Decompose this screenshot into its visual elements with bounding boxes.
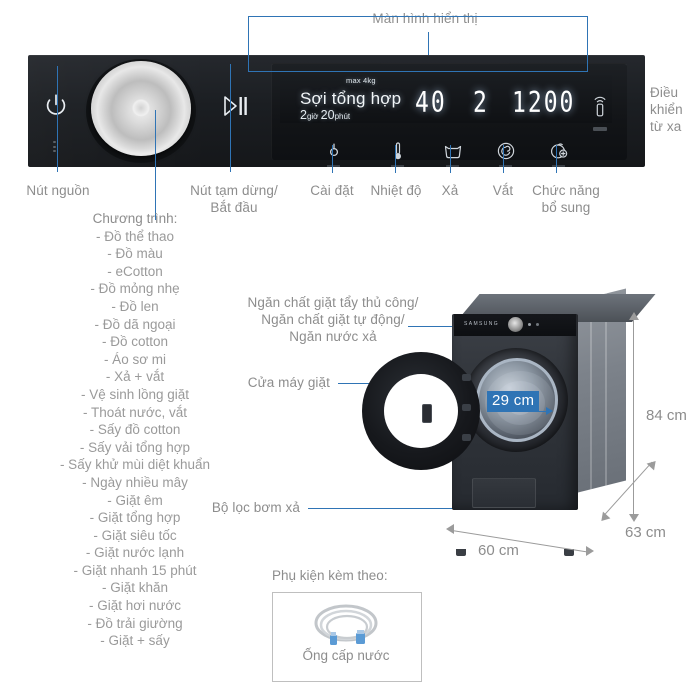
leader-line-spin <box>503 145 505 173</box>
spin-spiral-icon[interactable] <box>496 141 516 161</box>
leader-line-power <box>57 66 59 172</box>
lcd-program-name: Sợi tổng hợp <box>300 89 402 108</box>
program-list-item: - Vệ sinh lồng giặt <box>80 386 190 402</box>
drum-opening-badge: 29 cm <box>487 391 540 411</box>
power-icon[interactable] <box>44 93 68 117</box>
machine-brand: SAMSUNG <box>464 321 500 327</box>
program-list-item: - Giặt hơi nước <box>88 598 181 614</box>
program-list-heading: Chương trình: <box>92 211 178 226</box>
door-latch <box>422 404 432 423</box>
leader-line-extra <box>556 145 558 173</box>
program-list-item: - Giặt siêu tốc <box>93 527 177 543</box>
accessories-heading: Phụ kiện kèm theo: <box>272 568 388 583</box>
program-list-item: - Đồ cotton <box>101 334 169 350</box>
temperature-underline <box>391 165 404 167</box>
width-arrow-right <box>586 546 594 556</box>
program-list-item: - Thoát nước, vắt <box>83 404 187 420</box>
label-power-button: Nút nguồn <box>26 183 90 198</box>
machine-indicator-1 <box>528 323 531 326</box>
label-spin: Vắt <box>492 183 514 198</box>
label-door: Cửa máy giặt <box>247 375 330 390</box>
depth-dim-label: 63 cm <box>625 524 666 541</box>
label-pump-filter: Bộ lọc bơm xả <box>211 500 300 515</box>
spin-underline <box>499 165 512 167</box>
lcd-spin-value: 1200 <box>512 87 576 120</box>
remote-indicator-bar <box>593 127 607 131</box>
height-arrow-bottom <box>629 514 639 522</box>
program-list-item: - Xả + vắt <box>105 369 165 385</box>
leader-line-program <box>155 110 157 220</box>
program-list-item: - Đồ màu <box>107 246 163 262</box>
program-list-item: - Sấy khử mùi diệt khuẩn <box>59 457 211 473</box>
program-list-item: - Áo sơ mi <box>103 351 167 367</box>
program-list-item: - Giặt khăn <box>101 580 169 596</box>
display-highlight-box <box>248 16 588 72</box>
lcd-rinse-value: 2 <box>473 87 489 120</box>
label-rinse: Xả <box>441 183 459 198</box>
extra-function-underline <box>552 165 565 167</box>
lcd-temperature-value: 40 <box>415 87 447 120</box>
program-list-item: - Đồ dã ngoại <box>94 316 176 332</box>
program-list-item: - Sấy đồ cotton <box>89 422 181 438</box>
remote-wifi-icon[interactable] <box>591 93 609 119</box>
lcd-display[interactable]: max 4kg Sợi tổng hợp 2giờ 20phút 40 2 12… <box>280 75 612 123</box>
width-arrow-left <box>446 524 454 534</box>
machine-pump-filter-flap <box>472 478 536 508</box>
height-arrow-top <box>629 312 639 320</box>
program-list-item: - Đồ len <box>111 298 159 314</box>
door-hinge-bottom <box>462 434 471 441</box>
annotation-remote-control: Điều khiển từ xa <box>650 85 683 134</box>
extra-function-icon[interactable] <box>549 141 569 161</box>
program-list: Chương trình: - Đồ thể thao - Đồ màu - eCo… <box>40 210 230 650</box>
leader-line-pause-start <box>230 64 232 172</box>
play-pause-icon[interactable] <box>222 95 250 117</box>
lcd-max-load: max 4kg <box>346 76 376 85</box>
label-detergent-drawer: Ngăn chất giặt tẩy thủ công/ Ngăn chất g… <box>247 295 419 344</box>
lcd-remaining-time: 2giờ 20phút <box>300 108 350 122</box>
thermometer-icon[interactable] <box>388 141 408 161</box>
program-list-items: - Đồ thể thao - Đồ màu - eCotton - Đồ mỏng … <box>40 228 230 650</box>
door-hinge-top <box>462 374 471 381</box>
water-inlet-hose-icon <box>304 602 388 648</box>
program-list-item: - Ngày nhiều mây <box>82 474 188 490</box>
status-indicator-dots <box>53 141 56 154</box>
program-list-item: - Đồ thể thao <box>95 228 175 244</box>
leader-line-temperature <box>395 145 397 173</box>
machine-indicator-2 <box>536 323 539 326</box>
program-list-item: - eCotton <box>107 263 163 279</box>
label-settings: Cài đặt <box>310 183 354 198</box>
settings-icon[interactable] <box>324 141 344 161</box>
label-temperature: Nhiệt độ <box>370 183 422 198</box>
program-list-item: - Sấy vải tổng hợp <box>79 439 191 455</box>
program-list-item: - Giặt nước lạnh <box>85 545 185 561</box>
door-hinge-mid <box>462 404 471 411</box>
height-dim-label: 84 cm <box>646 407 687 424</box>
rinse-tub-icon[interactable] <box>443 141 463 161</box>
machine-dial <box>508 317 523 332</box>
label-extra-function: Chức năng bổ sung <box>532 183 600 215</box>
lcd-time-hours: 2 <box>300 108 307 122</box>
drum-opening-leader <box>487 411 549 413</box>
leader-line-rinse <box>450 145 452 173</box>
lcd-time-minutes: 20 <box>320 108 335 122</box>
program-list-item: - Giặt + sấy <box>100 633 170 649</box>
program-list-item: - Đồ trải giường <box>87 615 183 631</box>
program-list-item: - Đồ mỏng nhẹ <box>90 281 180 297</box>
drum-opening-arrow <box>546 407 553 415</box>
settings-underline <box>327 165 340 167</box>
height-dim-line <box>633 318 635 518</box>
leader-line-settings <box>332 145 334 173</box>
diagram-root: Màn hình hiển thị Điều khiển từ xa max 4… <box>0 0 700 692</box>
rinse-underline <box>446 165 459 167</box>
lcd-time-minutes-unit: phút <box>334 112 351 121</box>
accessory-caption: Ống cấp nước <box>302 648 390 663</box>
width-dim-label: 60 cm <box>478 542 519 559</box>
program-list-item: - Giặt nhanh 15 phút <box>73 562 197 578</box>
lcd-time-hours-unit: giờ <box>306 112 319 121</box>
program-dial-center <box>132 99 150 117</box>
machine-foot-left <box>456 549 466 556</box>
machine-open-door-hole <box>384 374 458 448</box>
